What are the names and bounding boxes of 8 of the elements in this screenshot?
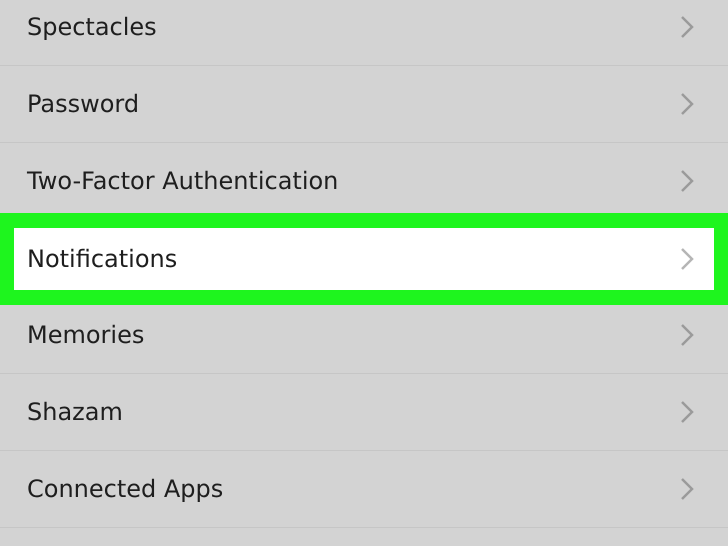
chevron-icon (680, 15, 694, 39)
chevron-icon (680, 400, 694, 424)
chevron-icon (680, 477, 694, 501)
chevron-icon (680, 323, 694, 347)
chevron-icon (680, 92, 694, 116)
chevron-icon (680, 247, 694, 271)
settings-item[interactable]: Notifications (14, 228, 714, 290)
chevron-icon (680, 169, 694, 193)
